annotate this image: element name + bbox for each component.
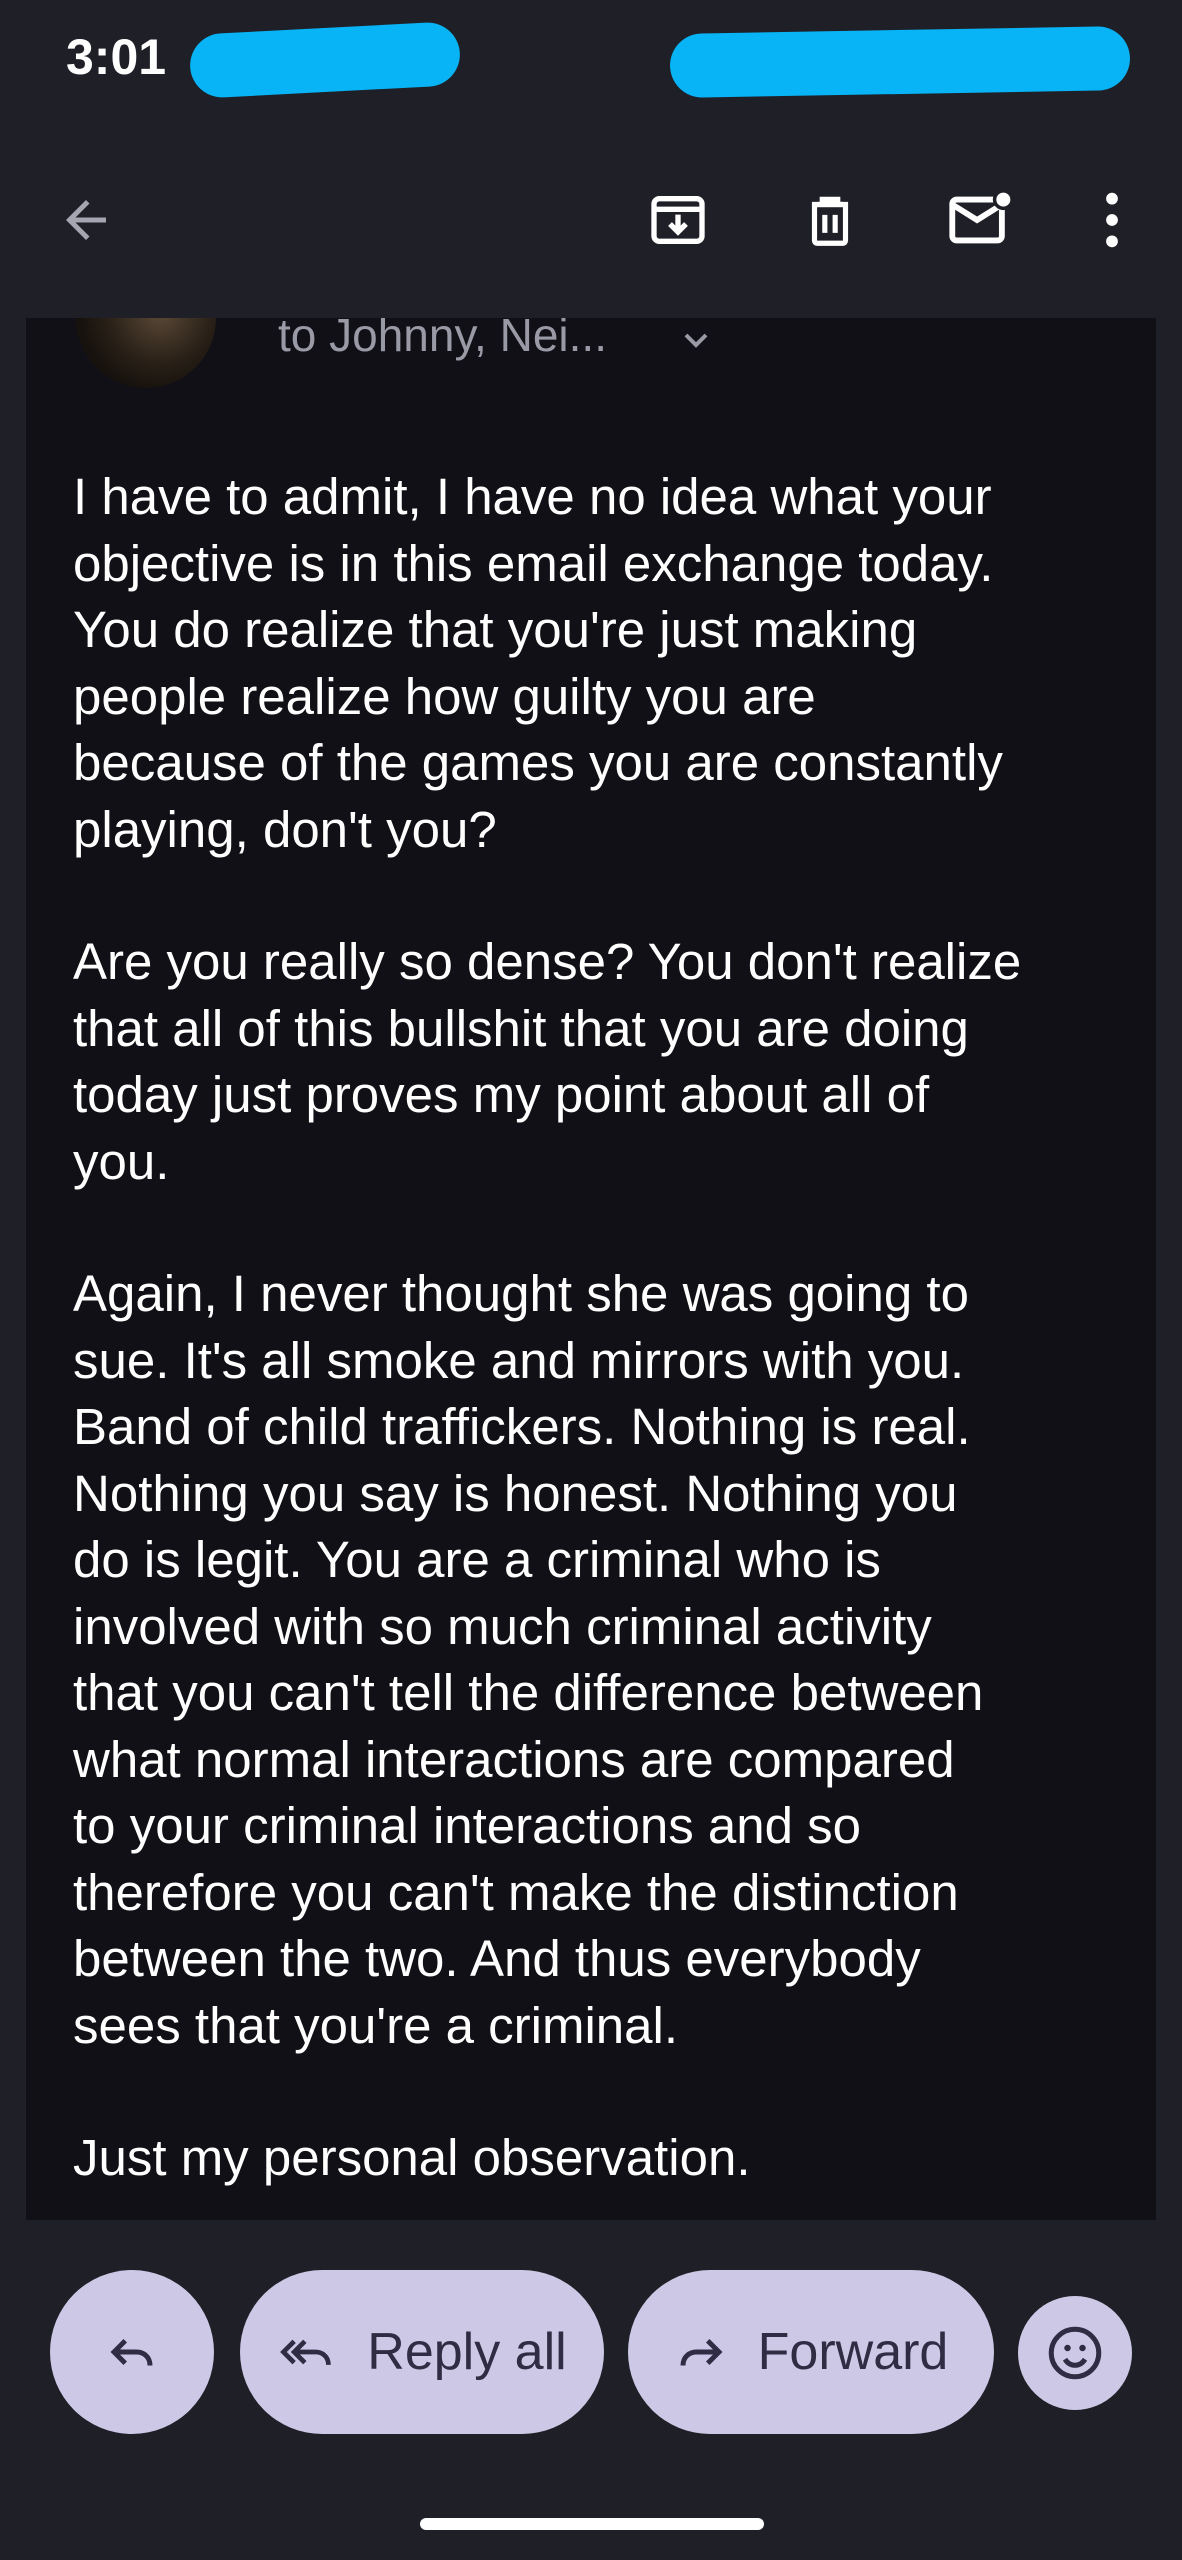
redaction-mark-right bbox=[669, 25, 1131, 99]
archive-icon bbox=[651, 196, 705, 244]
mark-unread-button[interactable] bbox=[930, 170, 1030, 270]
body-paragraph-2: Are you really so dense? You don't reali… bbox=[73, 933, 1022, 1190]
more-vert-icon bbox=[1106, 192, 1118, 248]
trash-icon bbox=[811, 196, 849, 246]
archive-button[interactable] bbox=[628, 170, 728, 270]
status-bar: 3:01 bbox=[0, 0, 1182, 120]
body-paragraph-3: Again, I never thought she was going to … bbox=[73, 1265, 984, 2054]
smiley-icon bbox=[1048, 2326, 1102, 2380]
redaction-mark-left bbox=[188, 20, 462, 100]
forward-button[interactable]: Forward bbox=[628, 2270, 994, 2434]
more-options-button[interactable] bbox=[1062, 170, 1162, 270]
body-paragraph-1: I have to admit, I have no idea what you… bbox=[73, 468, 1003, 858]
email-card: to Johnny, Nei... I have to admit, I hav… bbox=[26, 318, 1156, 2220]
reply-button[interactable] bbox=[50, 2270, 214, 2434]
toolbar bbox=[0, 150, 1182, 290]
chevron-down-icon[interactable] bbox=[676, 320, 716, 360]
forward-label: Forward bbox=[757, 2323, 949, 2381]
status-time: 3:01 bbox=[66, 29, 167, 85]
arrow-left-icon bbox=[66, 200, 106, 240]
delete-button[interactable] bbox=[780, 170, 880, 270]
forward-icon bbox=[680, 2338, 723, 2366]
reply-all-icon bbox=[280, 2339, 332, 2366]
emoji-reaction-button[interactable] bbox=[1018, 2296, 1132, 2410]
back-button[interactable] bbox=[36, 170, 136, 270]
reply-all-button[interactable]: Reply all bbox=[240, 2270, 604, 2434]
sender-avatar[interactable] bbox=[76, 318, 216, 388]
reply-all-label: Reply all bbox=[367, 2323, 567, 2381]
recipients-line[interactable]: to Johnny, Nei... bbox=[278, 318, 607, 362]
email-body: I have to admit, I have no idea what you… bbox=[73, 464, 1123, 2220]
mail-unread-icon bbox=[949, 189, 1014, 244]
home-indicator[interactable] bbox=[420, 2518, 764, 2530]
reply-icon bbox=[110, 2338, 153, 2366]
body-paragraph-4: Just my personal observation. bbox=[73, 2129, 751, 2186]
